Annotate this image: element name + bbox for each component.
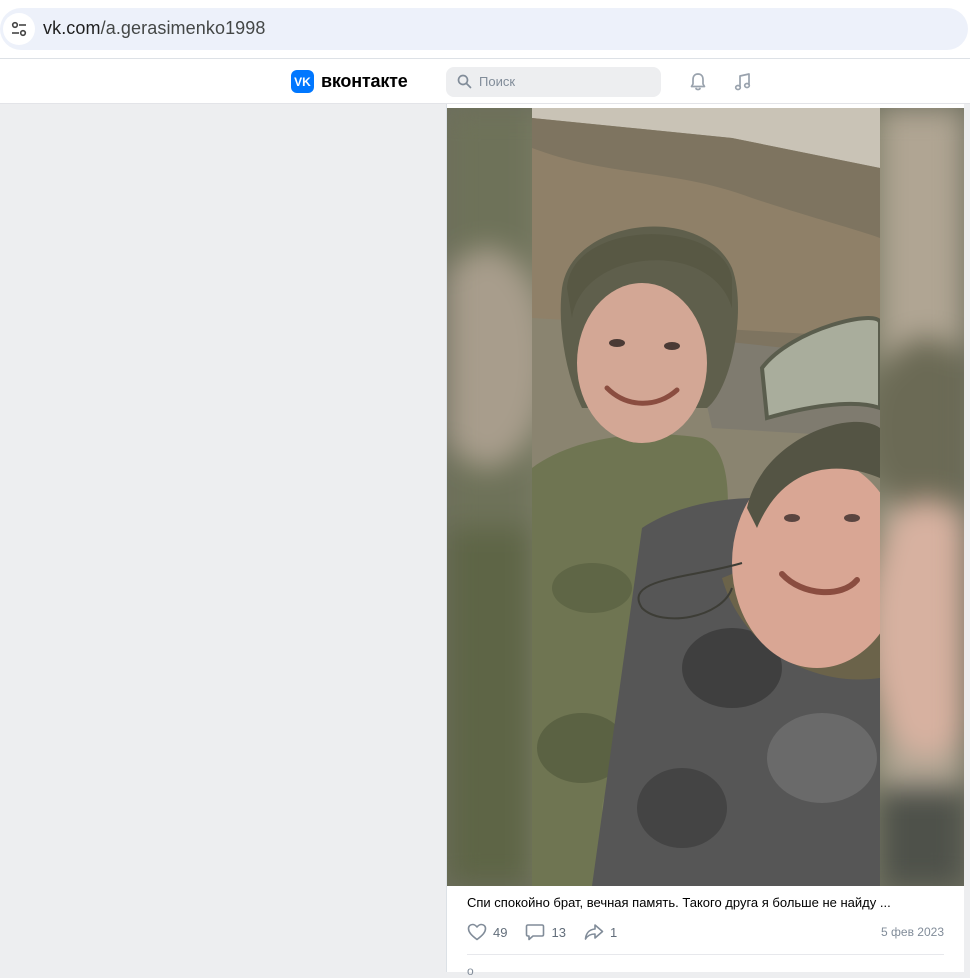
like-count: 49 — [493, 924, 508, 940]
url-path: /a.gerasimenko1998 — [100, 18, 266, 38]
post-text: Спи спокойно брат, вечная память. Такого… — [467, 895, 891, 910]
post-card: Спи спокойно брат, вечная память. Такого… — [446, 104, 964, 978]
vk-logo[interactable]: VK вконтакте — [291, 70, 408, 93]
heart-icon — [467, 923, 487, 941]
vk-logo-text: вконтакте — [321, 71, 408, 91]
url-text[interactable]: vk.com/a.gerasimenko1998 — [43, 18, 266, 39]
url-host: vk.com — [43, 18, 101, 38]
like-button[interactable]: 49 — [467, 923, 507, 941]
comment-icon — [526, 924, 545, 941]
post-actions: 49 13 1 — [467, 922, 635, 942]
bell-icon[interactable] — [686, 70, 710, 94]
share-icon — [584, 924, 604, 940]
address-bar[interactable]: vk.com/a.gerasimenko1998 — [0, 8, 968, 50]
divider — [467, 954, 944, 955]
comments-preview: о — [467, 964, 474, 978]
music-icon[interactable] — [731, 70, 755, 94]
share-button[interactable]: 1 — [584, 923, 617, 941]
search-placeholder: Поиск — [479, 74, 516, 89]
search-input[interactable]: Поиск — [446, 67, 661, 97]
site-settings-icon[interactable] — [3, 13, 35, 45]
share-count: 1 — [609, 924, 618, 940]
vk-logo-icon: VK — [291, 70, 314, 93]
search-icon — [457, 74, 472, 89]
photo-main — [532, 108, 880, 886]
browser-bar: vk.com/a.gerasimenko1998 — [0, 0, 970, 58]
vk-header: VK вконтакте Поиск — [0, 58, 970, 104]
comment-count: 13 — [551, 924, 566, 940]
post-date[interactable]: 5 фев 2023 — [881, 925, 944, 939]
post-photo[interactable] — [447, 108, 964, 886]
comment-button[interactable]: 13 — [525, 923, 566, 941]
